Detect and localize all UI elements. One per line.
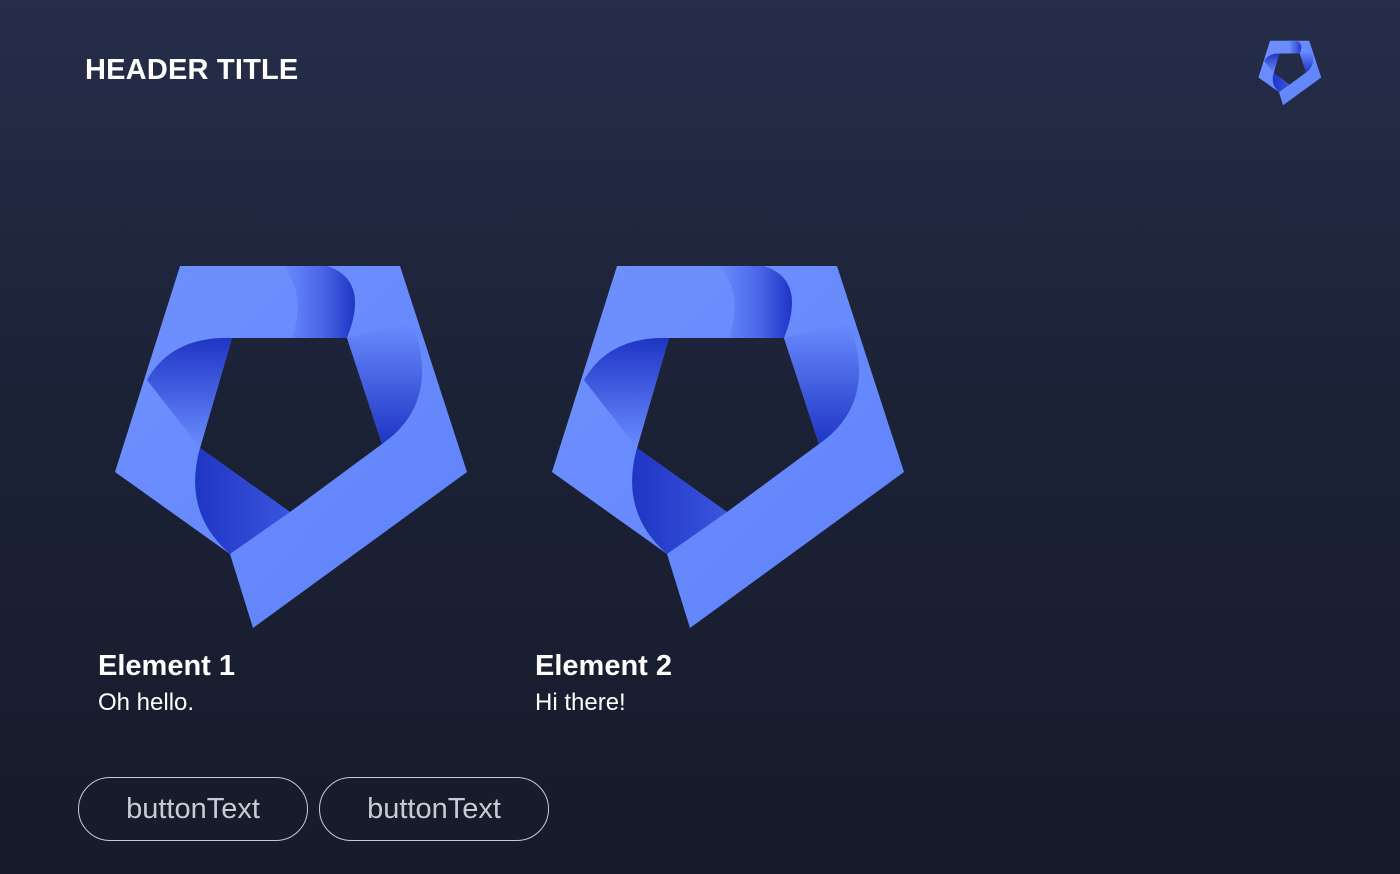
secondary-button[interactable]: buttonText	[319, 777, 549, 841]
card-element-1: Element 1 Oh hello.	[98, 262, 472, 716]
pentagon-ribbon-logo-icon	[1257, 40, 1323, 106]
pentagon-ribbon-logo-icon	[112, 262, 472, 632]
card-subtitle: Hi there!	[535, 689, 626, 716]
card-subtitle: Oh hello.	[98, 689, 195, 716]
header-title: HEADER TITLE	[85, 54, 299, 86]
pentagon-ribbon-logo-icon	[549, 262, 909, 632]
card-title: Element 2	[535, 650, 672, 682]
primary-button[interactable]: buttonText	[78, 777, 308, 841]
card-title: Element 1	[98, 650, 235, 682]
card-element-2: Element 2 Hi there!	[535, 262, 909, 716]
